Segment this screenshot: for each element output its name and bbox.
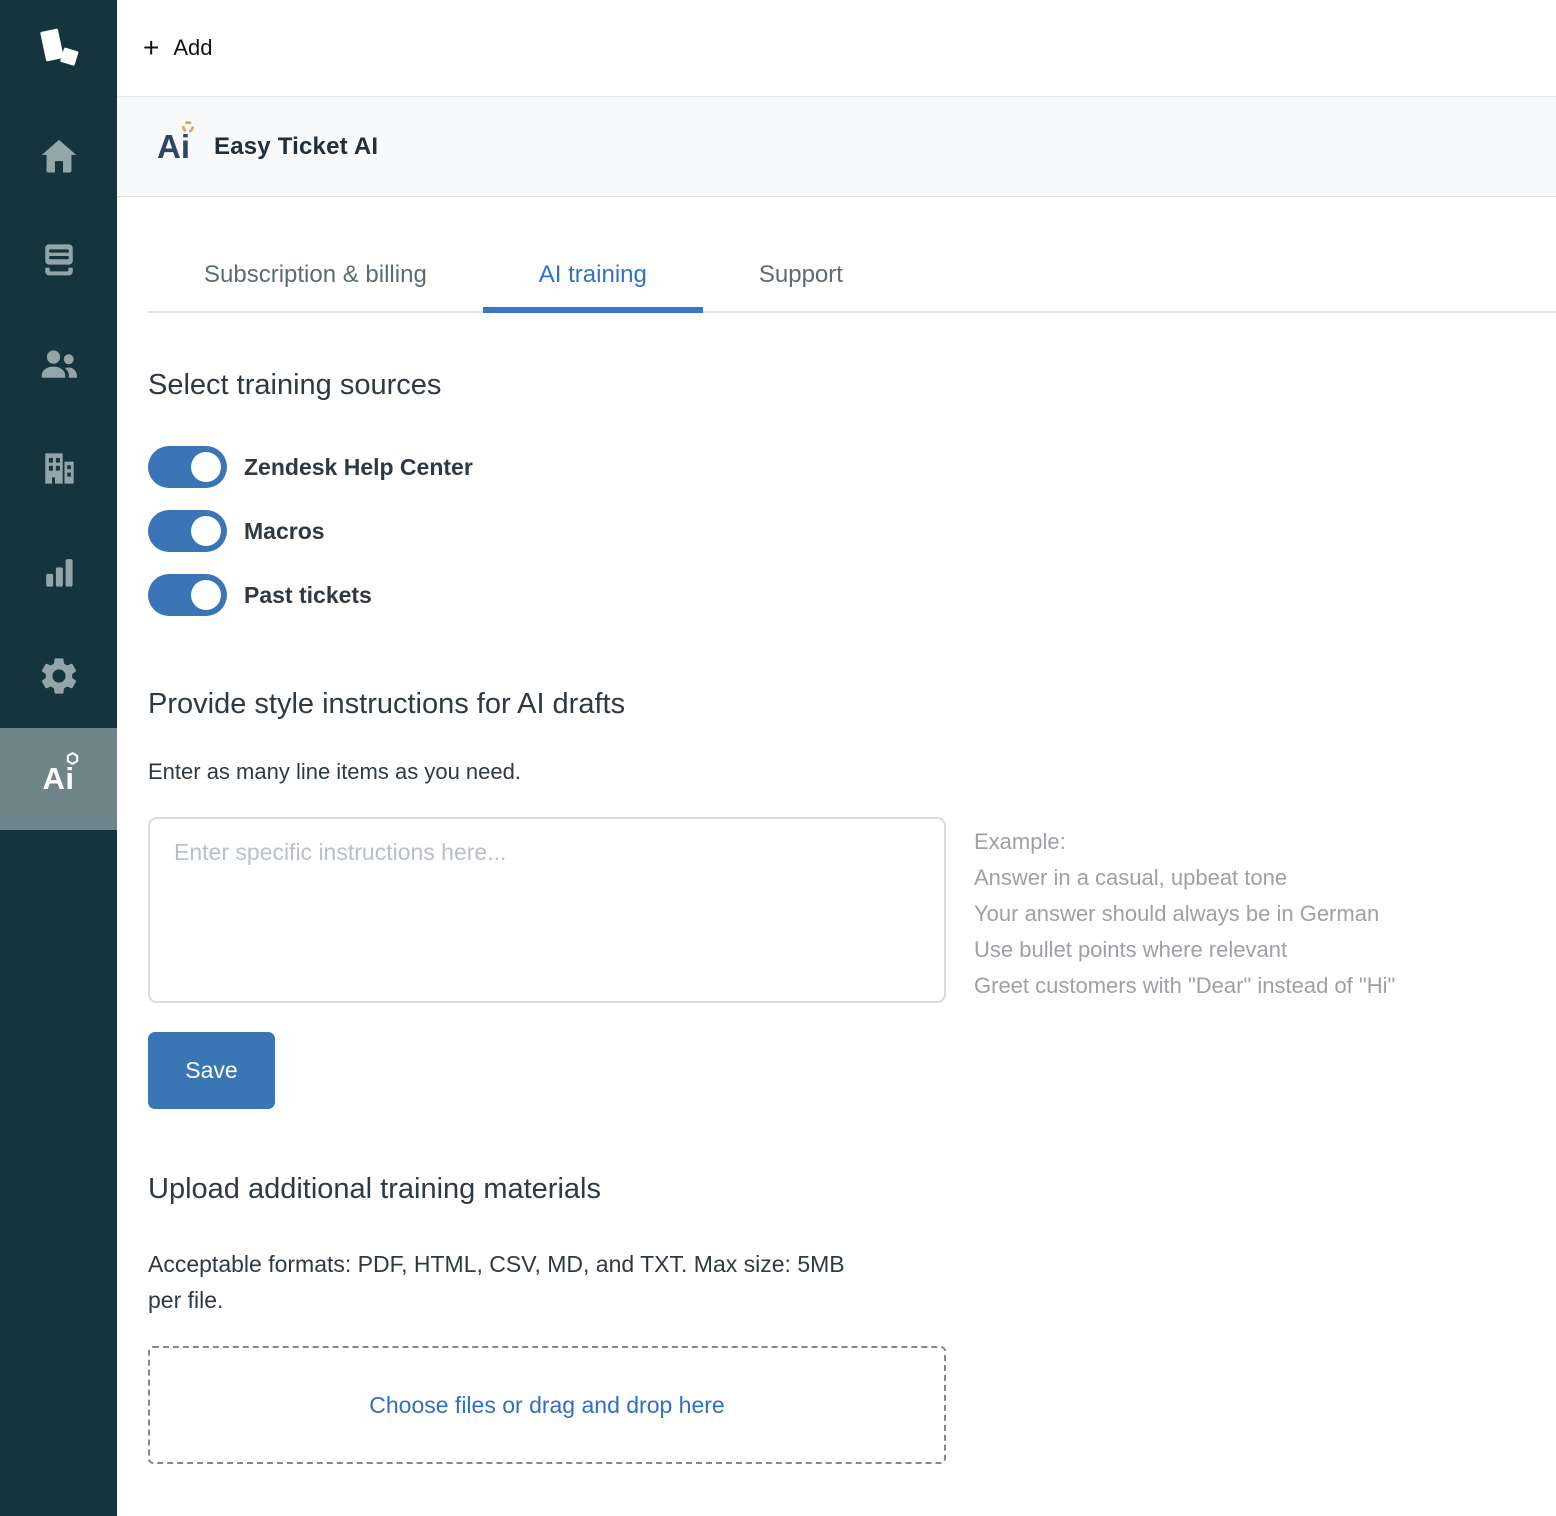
ai-sparkle-icon [66,752,79,765]
upload-heading: Upload additional training materials [148,1173,1525,1206]
toggle-label-past-tickets: Past tickets [244,582,372,609]
example-line: Example: [974,824,1395,860]
add-button[interactable]: + Add [143,35,213,61]
upload-formats-text: Acceptable formats: PDF, HTML, CSV, MD, … [148,1246,848,1318]
sidebar-item-customers[interactable] [0,312,117,416]
sidebar-item-organizations[interactable] [0,416,117,520]
plus-icon: + [143,38,159,58]
instructions-example: Example: Answer in a casual, upbeat tone… [974,817,1395,1004]
save-button[interactable]: Save [148,1032,275,1109]
zendesk-logo[interactable] [0,0,117,104]
app-header: Ai Easy Ticket AI [117,96,1556,197]
instructions-editor-row: Example: Answer in a casual, upbeat tone… [148,817,1525,1004]
topbar: + Add [117,0,1556,96]
example-line: Answer in a casual, upbeat tone [974,860,1395,896]
toggle-row-macros: Macros [148,510,1525,552]
people-icon [37,342,81,386]
ai-swirl-icon [181,120,195,134]
style-instructions-description: Enter as many line items as you need. [148,759,1525,785]
instructions-input[interactable] [148,817,946,1003]
bar-chart-icon [37,550,81,594]
home-icon [37,134,81,178]
sidebar-item-tickets[interactable] [0,208,117,312]
toggle-knob [191,452,221,482]
ticket-inbox-icon [37,238,81,282]
tab-subscription-billing[interactable]: Subscription & billing [148,243,483,313]
sidebar: Ai [0,0,117,1516]
toggle-label-macros: Macros [244,518,325,545]
example-line: Greet customers with "Dear" instead of "… [974,968,1395,1004]
add-button-label: Add [173,35,212,61]
sidebar-item-settings[interactable] [0,624,117,728]
sidebar-item-home[interactable] [0,104,117,208]
ai-app-label: Ai [43,761,75,796]
style-instructions-heading: Provide style instructions for AI drafts [148,688,1525,721]
page-title: Easy Ticket AI [214,133,378,161]
buildings-icon [37,446,81,490]
training-sources-heading: Select training sources [148,369,1525,402]
training-sources-list: Zendesk Help Center Macros Past tickets [148,446,1525,616]
toggle-zendesk-help-center[interactable] [148,446,227,488]
tab-support[interactable]: Support [703,243,899,313]
tab-bar: Subscription & billing AI training Suppo… [148,243,1556,313]
sidebar-item-reporting[interactable] [0,520,117,624]
dropzone-label: Choose files or drag and drop here [369,1392,724,1419]
toggle-macros[interactable] [148,510,227,552]
example-line: Use bullet points where relevant [974,932,1395,968]
file-dropzone[interactable]: Choose files or drag and drop here [148,1346,946,1464]
toggle-row-help-center: Zendesk Help Center [148,446,1525,488]
zendesk-logo-icon [29,24,89,80]
tab-ai-training[interactable]: AI training [483,243,703,313]
app-badge: Ai [157,128,190,166]
toggle-past-tickets[interactable] [148,574,227,616]
toggle-label-help-center: Zendesk Help Center [244,454,473,481]
gear-icon [37,654,81,698]
toggle-knob [191,580,221,610]
toggle-row-past-tickets: Past tickets [148,574,1525,616]
toggle-knob [191,516,221,546]
content: Select training sources Zendesk Help Cen… [117,369,1556,1464]
main-area: + Add Ai Easy Ticket AI Subscription & b… [117,0,1556,1516]
ai-app-glyph: Ai [43,761,75,797]
sidebar-item-easy-ticket-ai[interactable]: Ai [0,728,117,830]
example-line: Your answer should always be in German [974,896,1395,932]
